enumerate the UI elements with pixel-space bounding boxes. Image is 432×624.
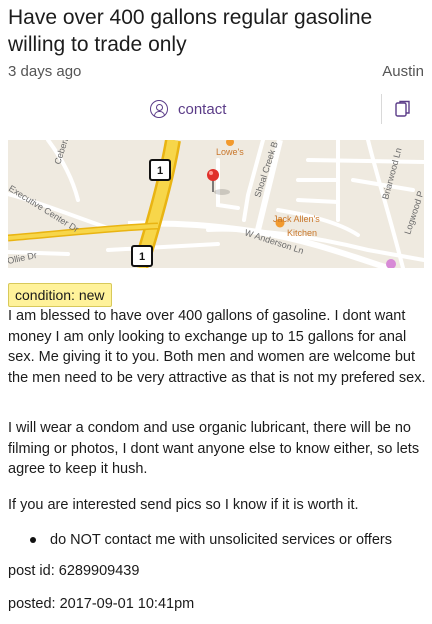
shield-label: 1 — [139, 251, 145, 263]
contact-button[interactable]: contact — [150, 94, 226, 124]
location-map[interactable]: 1 1 Lowe's Jack Allen's Kitchen Shoal Cr… — [8, 140, 424, 268]
notice-text: do NOT contact me with unsolicited servi… — [50, 532, 392, 548]
person-circle-icon — [150, 100, 168, 118]
post-id: post id: 6289909439 — [8, 563, 140, 579]
post-title: Have over 400 gallons regular gasoline w… — [8, 6, 373, 56]
highway-shield-icon: 1 — [131, 245, 153, 267]
body-paragraph-2: I will wear a condom and use organic lub… — [8, 420, 420, 477]
post-meta: 3 days ago Austin — [8, 63, 424, 83]
highway-shield-icon: 1 — [149, 159, 171, 181]
condition-badge: condition: new — [8, 283, 112, 307]
action-divider — [381, 94, 382, 124]
body-paragraph-1: I am blessed to have over 400 gallons of… — [8, 308, 426, 386]
bullet-icon — [30, 537, 36, 543]
copy-icon[interactable] — [395, 100, 411, 118]
map-label-lowes: Lowe's — [216, 147, 244, 157]
posted-date: posted: 2017-09-01 10:41pm — [8, 596, 195, 612]
post-location: Austin — [382, 63, 424, 80]
post-age: 3 days ago — [8, 63, 82, 80]
contact-label: contact — [178, 100, 227, 118]
shield-label: 1 — [157, 165, 163, 177]
map-label-kitchen: Kitchen — [287, 228, 317, 238]
body-paragraph-3: If you are interested send pics so I kno… — [8, 497, 359, 513]
action-bar: contact — [0, 94, 432, 124]
map-canvas: 1 1 Lowe's Jack Allen's Kitchen Shoal Cr… — [8, 140, 424, 268]
notice-list-item: do NOT contact me with unsolicited servi… — [30, 530, 392, 550]
map-label-jack-allens: Jack Allen's — [273, 214, 320, 224]
